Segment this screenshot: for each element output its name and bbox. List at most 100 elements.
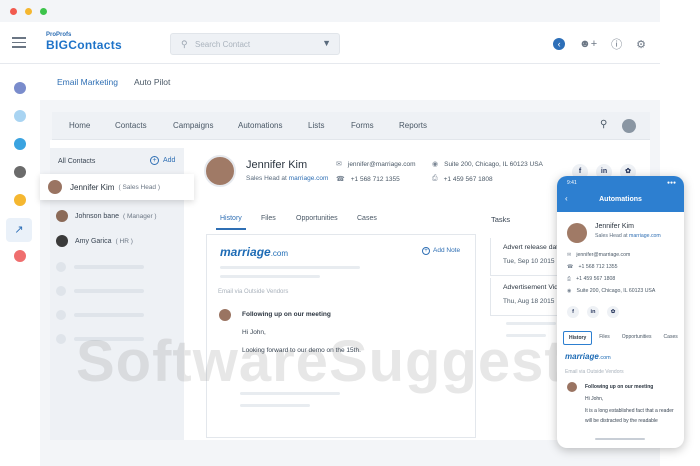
mobile-contact-name: Jennifer Kim xyxy=(595,223,634,230)
rail-item-5[interactable] xyxy=(14,194,26,206)
mobile-phone[interactable]: ☎ +1 568 712 1355 xyxy=(567,264,618,270)
add-user-icon[interactable]: ☻+ xyxy=(579,38,597,50)
mobile-preview: 9:41 ●●● ‹ Automations Jennifer Kim Sale… xyxy=(557,176,684,448)
twitter-icon[interactable]: ✿ xyxy=(607,306,619,318)
avatar[interactable] xyxy=(622,119,636,133)
avatar xyxy=(567,223,587,243)
add-note-button[interactable]: + Add Note xyxy=(422,247,460,255)
linkedin-icon[interactable]: in xyxy=(587,306,599,318)
placeholder-row xyxy=(56,310,144,320)
search-icon: ⚲ xyxy=(181,39,188,49)
top-header: ProProfs BIGContacts ⚲ Search Contact ▼ … xyxy=(0,22,660,64)
avatar xyxy=(219,309,231,321)
placeholder-row xyxy=(56,262,144,272)
nav-forms[interactable]: Forms xyxy=(351,121,374,130)
nav-contacts[interactable]: Contacts xyxy=(115,121,147,130)
tab-auto-pilot[interactable]: Auto Pilot xyxy=(134,77,170,87)
nav-automations[interactable]: Automations xyxy=(238,121,282,130)
selected-contact[interactable]: Jennifer Kim ( Sales Head ) xyxy=(40,174,194,200)
tab-cases[interactable]: Cases xyxy=(659,331,683,345)
message-title[interactable]: Following up on our meeting xyxy=(585,384,653,390)
profile-phone[interactable]: ☎ +1 568 712 1355 xyxy=(336,175,400,184)
avatar xyxy=(56,235,68,247)
tab-opportunities[interactable]: Opportunities xyxy=(617,331,657,345)
profile-name: Jennifer Kim xyxy=(246,159,308,171)
home-indicator xyxy=(595,438,645,440)
email-via-label: Email via Outside Vendors xyxy=(218,289,289,295)
email-icon: ✉ xyxy=(567,252,572,258)
message-line: It is a long established fact that a rea… xyxy=(585,408,674,414)
window-controls xyxy=(10,8,47,15)
search-input[interactable]: ⚲ Search Contact ▼ xyxy=(170,33,340,55)
rail-item-4[interactable] xyxy=(14,166,26,178)
company-link[interactable]: marriage.com xyxy=(289,175,329,182)
avatar xyxy=(567,382,577,392)
list-item[interactable]: Johnson bane ( Manager ) xyxy=(56,205,157,227)
rail-item-1[interactable] xyxy=(14,82,26,94)
active-tab-indicator xyxy=(216,228,246,230)
tab-files[interactable]: Files xyxy=(261,215,276,222)
mobile-address: ◉ Suite 200, Chicago, IL 60123 USA xyxy=(567,288,656,294)
list-header: All Contacts xyxy=(58,158,96,165)
location-icon: ◉ xyxy=(567,288,572,294)
company-logo: marriage.com xyxy=(565,352,611,361)
search-icon[interactable]: ⚲ xyxy=(600,119,607,130)
message-title[interactable]: Following up on our meeting xyxy=(242,311,331,318)
app-logo[interactable]: ProProfs BIGContacts xyxy=(46,32,122,52)
plus-icon: + xyxy=(150,156,159,165)
mobile-time: 9:41 xyxy=(567,180,577,186)
facebook-icon[interactable]: f xyxy=(567,306,579,318)
tab-cases[interactable]: Cases xyxy=(357,215,377,222)
profile-role: Sales Head at marriage.com xyxy=(246,175,329,182)
rail-item-3[interactable] xyxy=(14,138,26,150)
nav-lists[interactable]: Lists xyxy=(308,121,324,130)
chevron-down-icon[interactable]: ▼ xyxy=(322,38,331,48)
nav-home[interactable]: Home xyxy=(69,121,90,130)
collapse-icon[interactable]: ‹ xyxy=(553,38,566,50)
sub-navigation: Email Marketing Auto Pilot xyxy=(40,64,660,100)
signal-icon: ●●● xyxy=(666,180,676,186)
placeholder-line xyxy=(220,266,360,269)
rail-item-2[interactable] xyxy=(14,110,26,122)
list-item[interactable]: Amy Garica ( HR ) xyxy=(56,230,133,252)
company-logo: marriage.com xyxy=(220,245,289,259)
message-greeting: Hi John, xyxy=(585,396,604,402)
minimize-window-dot[interactable] xyxy=(25,8,32,15)
profile-address: ◉ Suite 200, Chicago, IL 60123 USA xyxy=(432,160,543,169)
mobile-fax: ⎙ +1 459 567 1808 xyxy=(567,276,616,282)
tab-history[interactable]: History xyxy=(563,331,593,345)
chart-icon[interactable]: ↗ xyxy=(6,218,32,242)
add-contact-button[interactable]: + Add xyxy=(150,156,175,165)
menu-icon[interactable] xyxy=(12,37,26,48)
tab-files[interactable]: Files xyxy=(594,331,615,345)
placeholder-line xyxy=(506,322,556,325)
profile-fax: ⎙ +1 459 567 1808 xyxy=(432,175,493,183)
nav-campaigns[interactable]: Campaigns xyxy=(173,121,213,130)
maximize-window-dot[interactable] xyxy=(40,8,47,15)
placeholder-line xyxy=(220,275,320,278)
plus-icon: + xyxy=(422,247,430,255)
fax-icon: ⎙ xyxy=(432,175,438,182)
mobile-email[interactable]: ✉ jennifer@marriage.com xyxy=(567,252,630,258)
location-icon: ◉ xyxy=(432,161,439,168)
rail-item-7[interactable] xyxy=(14,250,26,262)
tab-email-marketing[interactable]: Email Marketing xyxy=(57,77,118,87)
mobile-tabs: History Files Opportunities Cases xyxy=(563,331,683,345)
gear-icon[interactable]: ⚙ xyxy=(636,38,646,51)
tab-opportunities[interactable]: Opportunities xyxy=(296,215,338,222)
profile-avatar xyxy=(204,155,236,187)
header-actions: ‹ ☻+ ⓘ ⚙ xyxy=(553,36,646,52)
watermark: SoftwareSuggest. xyxy=(76,329,582,394)
nav-reports[interactable]: Reports xyxy=(399,121,427,130)
placeholder-line xyxy=(240,404,310,407)
main-navigation: Home Contacts Campaigns Automations List… xyxy=(52,112,650,140)
tab-history[interactable]: History xyxy=(220,215,242,222)
close-window-dot[interactable] xyxy=(10,8,17,15)
avatar xyxy=(56,210,68,222)
placeholder-row xyxy=(56,286,144,296)
phone-icon: ☎ xyxy=(336,176,345,183)
help-icon[interactable]: ⓘ xyxy=(611,36,622,52)
tasks-header: Tasks xyxy=(491,215,511,224)
profile-email[interactable]: ✉ jennifer@marriage.com xyxy=(336,160,416,169)
avatar xyxy=(48,180,62,194)
